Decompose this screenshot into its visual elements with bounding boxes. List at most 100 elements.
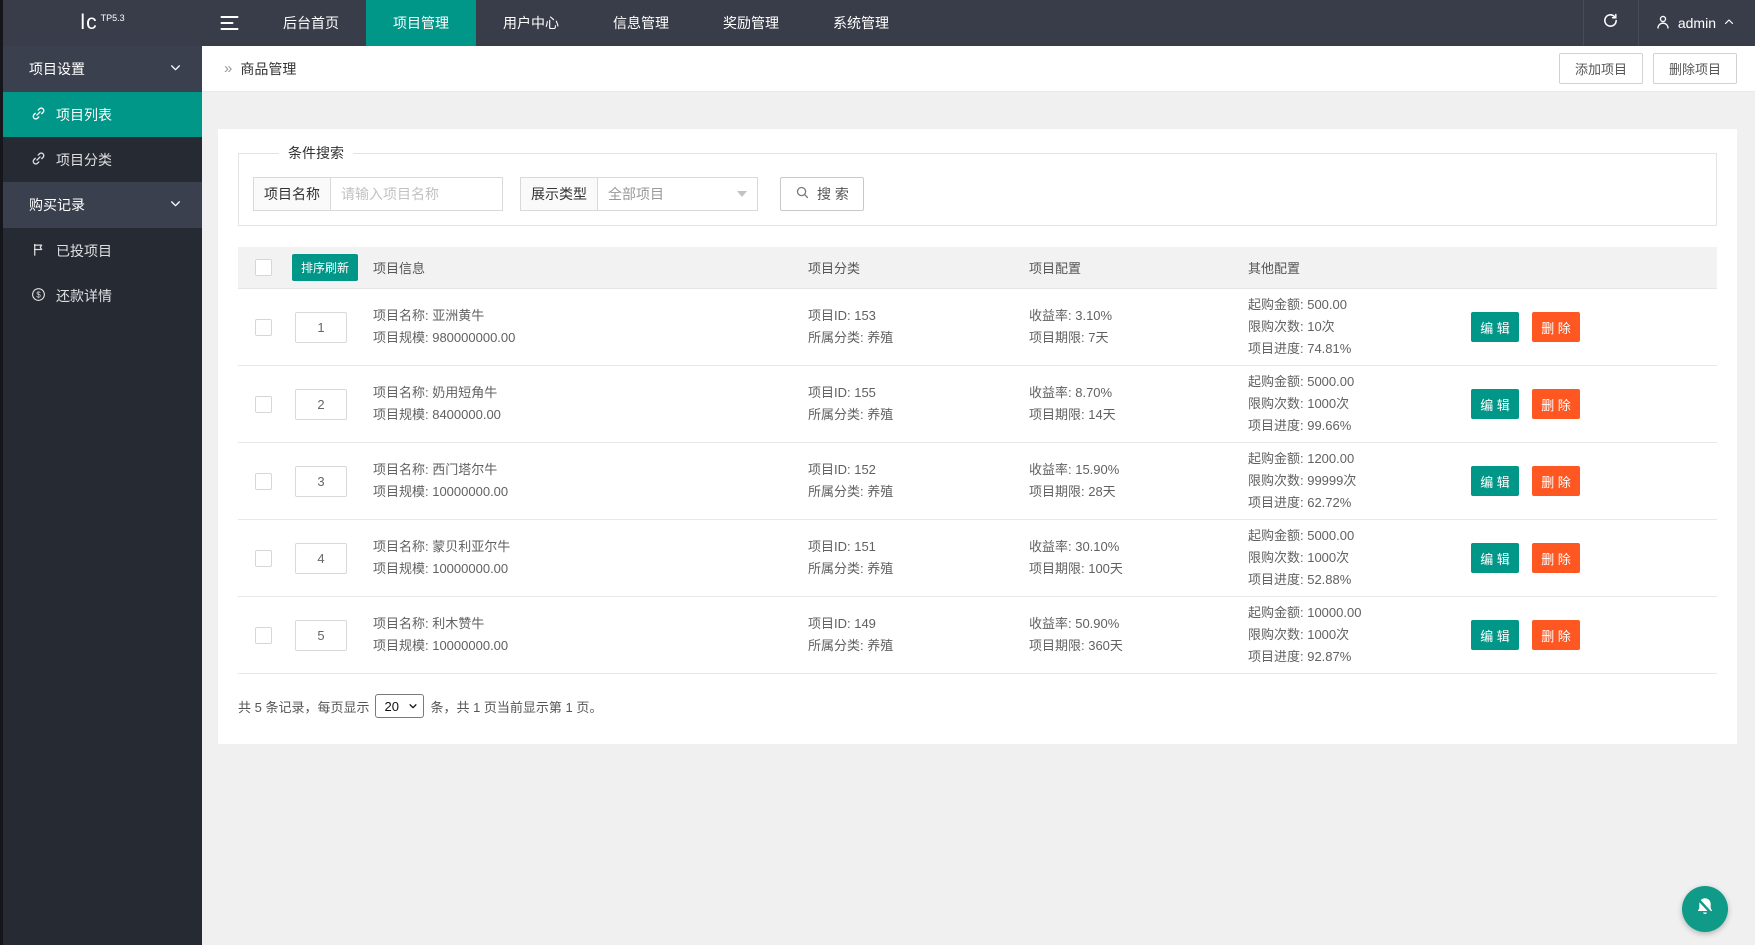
header-project-info: 项目信息 (373, 261, 426, 276)
logo-text: lc (80, 11, 98, 34)
yield-rate: 收益率: 8.70% (1029, 385, 1113, 400)
page-title: 商品管理 (240, 60, 297, 77)
tab-project-management[interactable]: 项目管理 (366, 0, 476, 46)
chevron-down-icon (409, 704, 418, 709)
add-project-button[interactable]: 添加项目 (1558, 53, 1643, 84)
app-logo: lc TP5.3 (3, 0, 202, 46)
sidebar-menu: 项目设置 项目列表 项目分类 购买记录 已投项目 $ 还款详情 (3, 46, 202, 318)
edit-button[interactable]: 编 辑 (1471, 620, 1519, 650)
breadcrumb-bar: » 商品管理 添加项目 删除项目 (202, 46, 1755, 92)
sidebar-item-project-category[interactable]: 项目分类 (3, 137, 202, 182)
select-all-checkbox[interactable] (254, 259, 272, 276)
flag-icon (31, 242, 46, 260)
yield-rate: 收益率: 50.90% (1029, 616, 1120, 631)
project-progress: 项目进度: 74.81% (1248, 341, 1352, 356)
tab-system-management[interactable]: 系统管理 (806, 0, 916, 46)
search-form: 项目名称 展示类型 全部项目 搜 索 (253, 177, 1716, 211)
display-type-select[interactable]: 全部项目 (598, 177, 758, 211)
project-name-input[interactable] (331, 177, 503, 211)
delete-button[interactable]: 删 除 (1532, 620, 1580, 650)
edit-button[interactable]: 编 辑 (1471, 389, 1519, 419)
sidebar-item-repayment-details[interactable]: $ 还款详情 (3, 273, 202, 318)
header-other-config: 其他配置 (1248, 261, 1301, 276)
purchase-limit: 限购次数: 1000次 (1248, 550, 1350, 565)
min-purchase: 起购金额: 5000.00 (1248, 528, 1355, 543)
display-type-field: 展示类型 全部项目 (520, 177, 758, 211)
sort-input[interactable] (295, 619, 347, 651)
notification-mute-button[interactable] (1682, 886, 1728, 932)
sidebar-group-project-settings[interactable]: 项目设置 (3, 46, 202, 92)
delete-project-button[interactable]: 删除项目 (1652, 53, 1737, 84)
min-purchase: 起购金额: 5000.00 (1248, 374, 1355, 389)
sort-input[interactable] (295, 311, 347, 343)
user-menu[interactable]: admin (1639, 0, 1755, 46)
row-checkbox[interactable] (254, 626, 272, 644)
project-id: 项目ID: 151 (808, 539, 876, 554)
project-name: 项目名称: 西门塔尔牛 (373, 462, 498, 477)
sidebar-item-label: 项目分类 (56, 151, 112, 168)
sidebar-item-invested-projects[interactable]: 已投项目 (3, 228, 202, 273)
project-term: 项目期限: 28天 (1029, 484, 1116, 499)
search-panel-legend: 条件搜索 (288, 145, 344, 161)
delete-button[interactable]: 删 除 (1532, 466, 1580, 496)
table-row: 项目名称: 奶用短角牛 项目规模: 8400000.00 项目ID: 155 所… (238, 366, 1717, 443)
sidebar-group-label: 购买记录 (29, 197, 85, 213)
project-term: 项目期限: 14天 (1029, 407, 1116, 422)
purchase-limit: 限购次数: 1000次 (1248, 396, 1350, 411)
project-term: 项目期限: 100天 (1029, 561, 1123, 576)
display-type-value: 全部项目 (608, 186, 664, 202)
search-panel: 条件搜索 项目名称 展示类型 全部项目 (238, 143, 1717, 226)
sidebar-item-label: 项目列表 (56, 106, 112, 123)
delete-button[interactable]: 删 除 (1532, 389, 1580, 419)
purchase-limit: 限购次数: 1000次 (1248, 627, 1350, 642)
project-id: 项目ID: 149 (808, 616, 876, 631)
logo-version: TP5.3 (100, 13, 125, 23)
edit-button[interactable]: 编 辑 (1471, 466, 1519, 496)
purchase-limit: 限购次数: 10次 (1248, 319, 1335, 334)
user-icon (1655, 14, 1671, 33)
project-progress: 项目进度: 92.87% (1248, 649, 1352, 664)
tab-dashboard[interactable]: 后台首页 (256, 0, 366, 46)
sort-refresh-button[interactable]: 排序刷新 (292, 254, 359, 281)
tab-reward-management[interactable]: 奖励管理 (696, 0, 806, 46)
project-class: 所属分类: 养殖 (808, 561, 894, 576)
sort-input[interactable] (295, 542, 347, 574)
row-checkbox[interactable] (254, 472, 272, 490)
header-project-config: 项目配置 (1029, 261, 1082, 276)
menu-toggle-icon[interactable] (202, 0, 256, 46)
sort-input[interactable] (295, 388, 347, 420)
table-row: 项目名称: 亚洲黄牛 项目规模: 980000000.00 项目ID: 153 … (238, 289, 1717, 366)
row-checkbox[interactable] (254, 318, 272, 336)
topbar: 后台首页 项目管理 用户中心 信息管理 奖励管理 系统管理 admin (202, 0, 1755, 46)
delete-button[interactable]: 删 除 (1532, 543, 1580, 573)
delete-button[interactable]: 删 除 (1532, 312, 1580, 342)
topbar-right: admin (1582, 0, 1755, 46)
min-purchase: 起购金额: 10000.00 (1248, 605, 1362, 620)
sort-input[interactable] (295, 465, 347, 497)
sidebar-group-label: 项目设置 (29, 61, 85, 77)
project-scale: 项目规模: 10000000.00 (373, 638, 509, 653)
chevron-down-icon (169, 197, 182, 213)
row-checkbox[interactable] (254, 395, 272, 413)
project-progress: 项目进度: 62.72% (1248, 495, 1352, 510)
main-area: 后台首页 项目管理 用户中心 信息管理 奖励管理 系统管理 admin » 商品… (202, 0, 1755, 945)
breadcrumb-separator-icon: » (224, 60, 233, 77)
edit-button[interactable]: 编 辑 (1471, 312, 1519, 342)
row-checkbox[interactable] (254, 549, 272, 567)
yield-rate: 收益率: 30.10% (1029, 539, 1120, 554)
tab-info-management[interactable]: 信息管理 (586, 0, 696, 46)
sidebar-item-project-list[interactable]: 项目列表 (3, 92, 202, 137)
refresh-button[interactable] (1584, 0, 1638, 46)
sidebar: lc TP5.3 项目设置 项目列表 项目分类 购买记录 已投项目 $ 还款详情 (3, 0, 202, 945)
page-size-select[interactable]: 20 (375, 694, 425, 718)
project-scale: 项目规模: 10000000.00 (373, 561, 509, 576)
yield-rate: 收益率: 3.10% (1029, 308, 1113, 323)
svg-text:$: $ (36, 290, 41, 299)
project-scale: 项目规模: 8400000.00 (373, 407, 501, 422)
search-icon (795, 185, 810, 203)
edit-button[interactable]: 编 辑 (1471, 543, 1519, 573)
tab-user-center[interactable]: 用户中心 (476, 0, 586, 46)
search-button[interactable]: 搜 索 (780, 177, 864, 211)
sidebar-group-purchase-records[interactable]: 购买记录 (3, 182, 202, 228)
pagination: 共 5 条记录，每页显示 20 条，共 1 页当前显示第 1 页。 (238, 694, 1717, 718)
